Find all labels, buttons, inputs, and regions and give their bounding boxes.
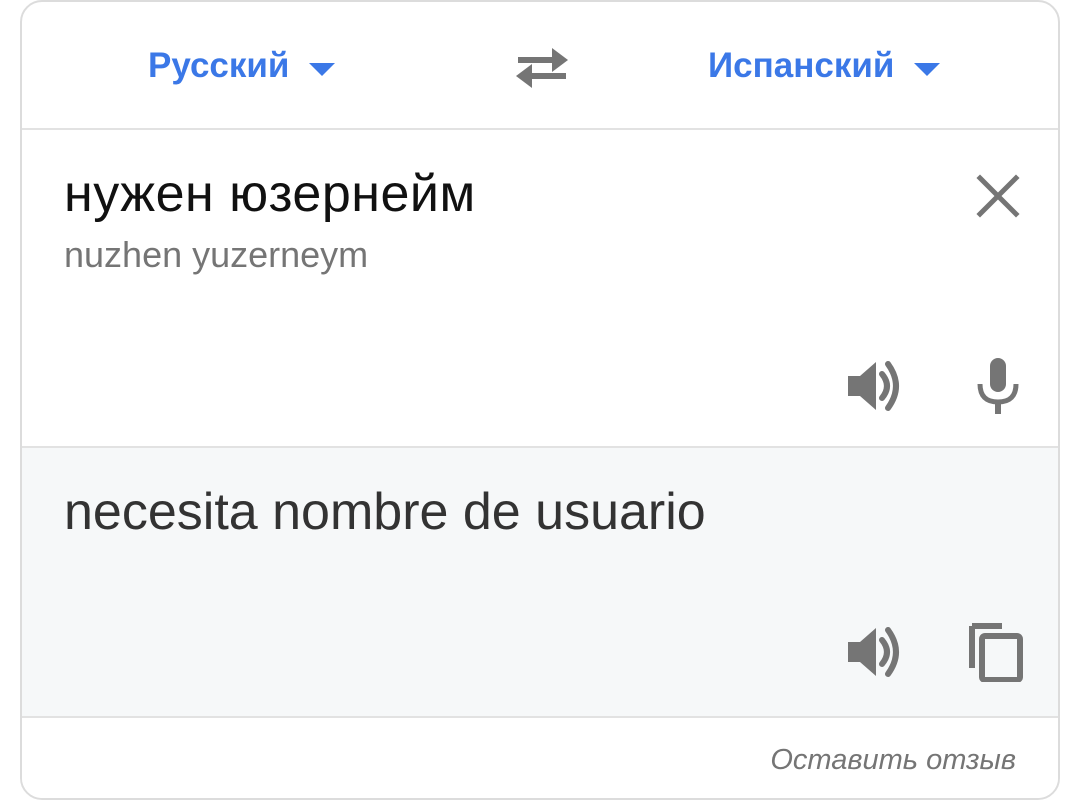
source-language-label: Русский — [148, 46, 290, 85]
transliteration-text: nuzhen yuzerneym — [64, 234, 369, 275]
source-input-area[interactable]: нужен юзернейм nuzhen yuzerneym — [22, 130, 1058, 448]
speaker-icon[interactable] — [844, 356, 904, 416]
target-language-selector[interactable]: Испанский — [708, 46, 941, 86]
footer: Оставить отзыв — [22, 718, 1058, 798]
translated-text: necesita nombre de usuario — [64, 483, 706, 541]
translation-output-area: necesita nombre de usuario — [22, 448, 1058, 718]
source-language-selector[interactable]: Русский — [148, 46, 336, 86]
send-feedback-link[interactable]: Оставить отзыв — [770, 744, 1016, 777]
target-language-label: Испанский — [708, 46, 895, 85]
microphone-icon[interactable] — [968, 356, 1028, 416]
copy-icon[interactable] — [966, 622, 1026, 682]
chevron-down-icon — [914, 62, 941, 76]
language-bar: Русский Испанский — [22, 2, 1058, 130]
source-text[interactable]: нужен юзернейм — [64, 164, 476, 224]
speaker-icon[interactable] — [844, 622, 904, 682]
swap-icon[interactable] — [512, 46, 572, 90]
chevron-down-icon — [309, 62, 336, 76]
translate-card: Русский Испанский нужен юзернейм nuzhen … — [20, 0, 1060, 800]
close-icon[interactable] — [974, 172, 1022, 220]
